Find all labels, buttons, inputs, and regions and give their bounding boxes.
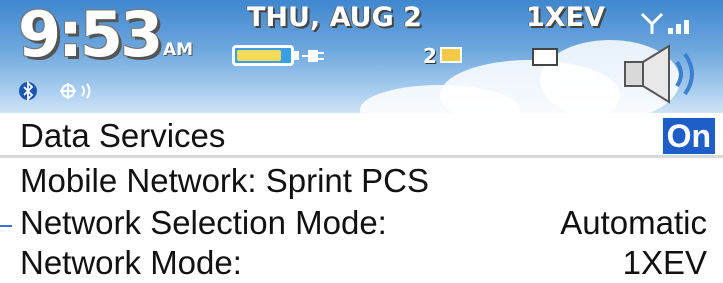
battery-icon [232,45,294,66]
date-label: THU, AUG 2 [247,2,422,33]
envelope-icon [440,47,462,63]
network-mode-label: Network Mode: [20,244,242,281]
network-mode-value[interactable]: 1XEV [623,243,707,283]
network-mode-row[interactable]: Network Mode: 1XEV [0,243,723,283]
mobile-network-label: Mobile Network: Sprint PCS [20,162,429,199]
battery-level [237,50,282,61]
data-services-label: Data Services [20,117,226,154]
status-bar: 9:53 AM THU, AUG 2 1XEV 2 [0,0,723,113]
speaker-icon [624,44,694,104]
bluetooth-icon [19,80,37,102]
signal-icon [640,12,689,34]
network-selection-row[interactable]: Network Selection Mode: Automatic [0,203,723,243]
charging-plug-icon [302,50,324,62]
data-services-toggle[interactable]: On [662,118,715,154]
vibrate-icon [60,83,91,99]
unread-count: 2 [423,44,437,68]
calendar-icon [532,48,558,66]
network-type: 1XEV [526,2,605,33]
network-selection-value[interactable]: Automatic [560,203,707,243]
data-services-row[interactable]: Data Services [0,116,723,156]
divider [0,155,723,158]
clock-ampm: AM [163,40,194,60]
network-selection-label: Network Selection Mode: [20,204,387,241]
mobile-network-row: Mobile Network: Sprint PCS [0,161,723,201]
battery-tip [294,51,299,60]
clock-time: 9:53 [18,0,163,71]
